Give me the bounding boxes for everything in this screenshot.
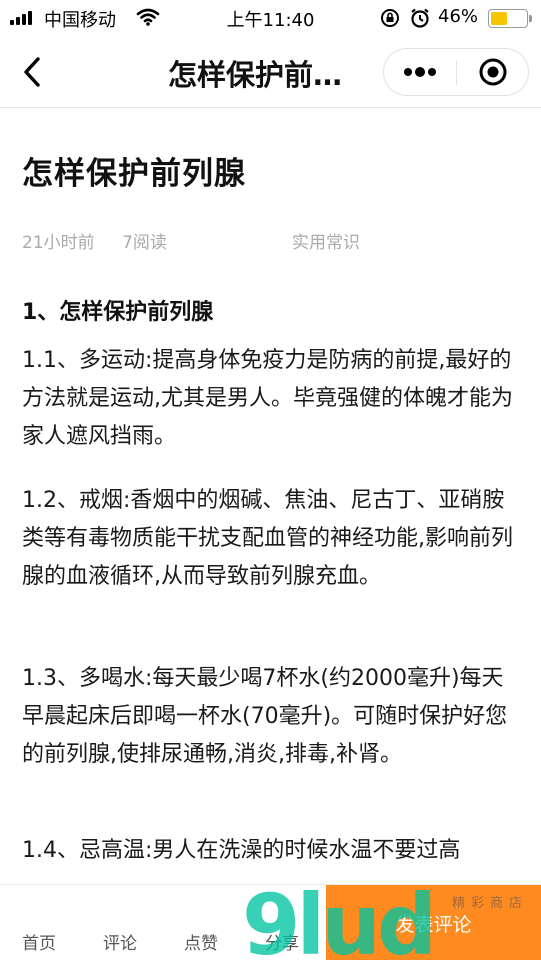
carrier-label: 中国移动 [44,10,116,31]
paragraph: 1.2、戒烟:香烟中的烟碱、焦油、尼古丁、亚硝胺类等有毒物质能干扰支配血管的神经… [22,488,513,589]
close-miniprogram-button[interactable] [457,49,529,95]
paragraph: 1.4、忌高温:男人在洗澡的时候水温不要过高 [22,838,461,863]
nav-title: 怎样保护前… [168,58,343,92]
signal-icon [10,11,32,25]
chevron-left-icon [24,57,40,87]
read-count: 7阅读 [122,233,167,253]
status-bar: 中国移动 上午11:40 46% [0,0,541,36]
rotation-lock-icon [380,8,400,33]
battery-percent: 46% [438,6,479,27]
paragraph: 1.3、多喝水:每天最少喝7杯水(约2000毫升)每天早晨起床后即喝一杯水(70… [22,666,508,767]
navigation-bar: 怎样保护前… [0,36,541,108]
article-title: 怎样保护前列腺 [22,156,246,192]
tab-comment[interactable]: 评论 [103,929,137,954]
category-link[interactable]: 实用常识 [292,228,360,253]
publish-time: 21小时前 [22,233,95,253]
article-meta: 21小时前 7阅读 实用常识 [22,228,522,254]
tab-share[interactable]: 分享 [265,929,299,954]
tab-home[interactable]: 首页 [22,929,56,954]
alarm-icon [409,7,431,34]
more-dots-icon [404,67,436,77]
target-close-icon [479,58,507,86]
clock-time: 上午11:40 [226,10,315,31]
bottom-action-bar: 首页 评论 点赞 分享 发表评论 [0,884,541,960]
section-heading: 1、怎样保护前列腺 [22,300,214,325]
wifi-icon [136,7,160,32]
menu-capsule [383,48,529,96]
tab-like[interactable]: 点赞 [184,929,218,954]
back-button[interactable] [14,54,50,90]
more-button[interactable] [384,49,456,95]
battery-icon [488,9,532,28]
paragraph: 1.1、多运动:提高身体免疫力是防病的前提,最好的方法就是运动,尤其是男人。毕竟… [22,348,513,449]
publish-comment-button[interactable]: 发表评论 [326,885,541,960]
